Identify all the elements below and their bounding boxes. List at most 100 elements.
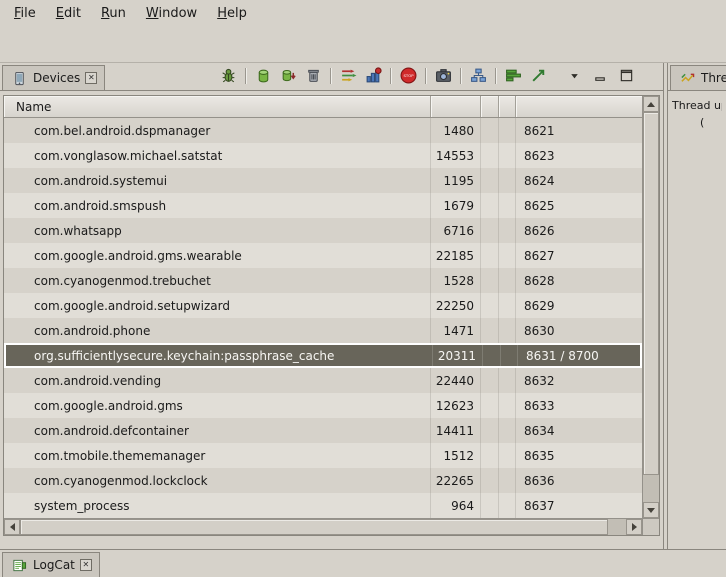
process-port: 8624 xyxy=(516,168,642,193)
horizontal-scroll-thumb[interactable] xyxy=(20,519,608,535)
up-arrow-icon xyxy=(647,102,655,107)
table-row[interactable]: system_process 964 8637 xyxy=(4,493,642,518)
table-row[interactable]: com.google.android.setupwizard 22250 862… xyxy=(4,293,642,318)
blank-cell-2 xyxy=(499,468,516,493)
threads-message: Thread up ( xyxy=(668,91,726,138)
update-heap-icon[interactable] xyxy=(254,67,272,85)
toolbar-separator xyxy=(245,68,246,84)
process-name: com.whatsapp xyxy=(4,218,431,243)
process-name: com.android.defcontainer xyxy=(4,418,431,443)
table-row[interactable]: com.whatsapp 6716 8626 xyxy=(4,218,642,243)
table-row[interactable]: com.tmobile.thememanager 1512 8635 xyxy=(4,443,642,468)
column-header-name[interactable]: Name xyxy=(4,96,431,117)
threads-message-line2: ( xyxy=(672,115,722,132)
vertical-scroll-track[interactable] xyxy=(643,112,659,502)
horizontal-scroll-track[interactable] xyxy=(20,519,626,535)
threads-icon xyxy=(678,69,696,87)
threads-panel: Threads Thread up ( xyxy=(667,63,726,549)
blank-cell-2 xyxy=(499,168,516,193)
scroll-down-button[interactable] xyxy=(643,502,659,518)
process-pid: 6716 xyxy=(431,218,481,243)
table-row[interactable]: com.android.phone 1471 8630 xyxy=(4,318,642,343)
table-row[interactable]: com.vonglasow.michael.satstat 14553 8623 xyxy=(4,143,642,168)
logcat-icon xyxy=(10,556,28,574)
column-header-pid[interactable] xyxy=(431,96,481,117)
column-header-port[interactable] xyxy=(516,96,642,117)
process-name: com.android.phone xyxy=(4,318,431,343)
dump-hprof-icon[interactable] xyxy=(279,67,297,85)
process-name: com.google.android.setupwizard xyxy=(4,293,431,318)
menubar: File Edit Run Window Help xyxy=(0,0,726,26)
menu-window[interactable]: Window xyxy=(136,2,207,25)
horizontal-scrollbar[interactable] xyxy=(4,519,642,535)
device-icon xyxy=(10,69,28,87)
process-table-body: com.bel.android.dspmanager 1480 8621 com… xyxy=(4,118,642,518)
devices-tabbar: Devices ✕ xyxy=(0,63,663,91)
tab-devices-close-icon[interactable]: ✕ xyxy=(85,72,97,84)
menu-file[interactable]: File xyxy=(4,2,46,25)
blank-cell-1 xyxy=(481,293,499,318)
left-arrow-icon xyxy=(10,523,15,531)
process-name: com.tmobile.thememanager xyxy=(4,443,431,468)
update-threads-icon[interactable] xyxy=(339,67,357,85)
vertical-scrollbar[interactable] xyxy=(642,96,659,518)
toolbar-separator xyxy=(390,68,391,84)
tab-logcat-close-icon[interactable]: ✕ xyxy=(80,559,92,571)
process-name: com.google.android.gms xyxy=(4,393,431,418)
column-header-blank-2[interactable] xyxy=(499,96,516,117)
vertical-scroll-thumb[interactable] xyxy=(643,112,659,475)
maximize-icon[interactable] xyxy=(617,67,635,85)
blank-cell-2 xyxy=(499,393,516,418)
process-pid: 14553 xyxy=(431,143,481,168)
process-name: com.cyanogenmod.trebuchet xyxy=(4,268,431,293)
blank-cell-2 xyxy=(501,345,518,366)
table-row[interactable]: com.cyanogenmod.trebuchet 1528 8628 xyxy=(4,268,642,293)
blank-cell-1 xyxy=(481,168,499,193)
table-header: Name xyxy=(4,96,642,118)
ddms-window: File Edit Run Window Help Devices xyxy=(0,0,726,577)
process-pid: 1480 xyxy=(431,118,481,143)
tab-devices[interactable]: Devices ✕ xyxy=(2,65,105,90)
process-pid: 14411 xyxy=(431,418,481,443)
main-area: Devices ✕ xyxy=(0,63,726,549)
tab-threads[interactable]: Threads xyxy=(670,65,726,90)
debug-icon[interactable] xyxy=(219,67,237,85)
blank-cell-2 xyxy=(499,293,516,318)
table-row[interactable]: com.bel.android.dspmanager 1480 8621 xyxy=(4,118,642,143)
stop-process-icon[interactable]: STOP xyxy=(399,67,417,85)
systrace-icon[interactable] xyxy=(504,67,522,85)
blank-cell-1 xyxy=(481,243,499,268)
minimize-icon[interactable] xyxy=(591,67,609,85)
process-name: com.android.systemui xyxy=(4,168,431,193)
process-port: 8626 xyxy=(516,218,642,243)
toolbar-separator xyxy=(330,68,331,84)
cause-gc-icon[interactable] xyxy=(304,67,322,85)
table-row[interactable]: com.android.defcontainer 14411 8634 xyxy=(4,418,642,443)
table-row[interactable]: com.android.smspush 1679 8625 xyxy=(4,193,642,218)
column-header-blank-1[interactable] xyxy=(481,96,499,117)
tab-threads-label: Threads xyxy=(701,71,726,85)
table-row[interactable]: com.cyanogenmod.lockclock 22265 8636 xyxy=(4,468,642,493)
toolbar-separator xyxy=(495,68,496,84)
table-row[interactable]: com.google.android.gms 12623 8633 xyxy=(4,393,642,418)
menu-help[interactable]: Help xyxy=(207,2,257,25)
opengl-trace-icon[interactable] xyxy=(529,67,547,85)
table-row[interactable]: com.android.vending 22440 8632 xyxy=(4,368,642,393)
table-row[interactable]: com.android.systemui 1195 8624 xyxy=(4,168,642,193)
method-profiling-icon[interactable] xyxy=(364,67,382,85)
scroll-left-button[interactable] xyxy=(4,519,20,535)
hierarchy-view-icon[interactable] xyxy=(469,67,487,85)
scroll-right-button[interactable] xyxy=(626,519,642,535)
menu-edit[interactable]: Edit xyxy=(46,2,91,25)
menu-run[interactable]: Run xyxy=(91,2,136,25)
table-row[interactable]: com.google.android.gms.wearable 22185 86… xyxy=(4,243,642,268)
screen-capture-icon[interactable] xyxy=(434,67,452,85)
blank-cell-1 xyxy=(481,143,499,168)
table-row[interactable]: org.sufficientlysecure.keychain:passphra… xyxy=(4,343,642,368)
scroll-up-button[interactable] xyxy=(643,96,659,112)
view-menu-icon[interactable] xyxy=(565,67,583,85)
toolbar-strip xyxy=(0,26,726,63)
toolbar-separator xyxy=(425,68,426,84)
blank-cell-2 xyxy=(499,368,516,393)
tab-logcat[interactable]: LogCat ✕ xyxy=(2,552,100,577)
